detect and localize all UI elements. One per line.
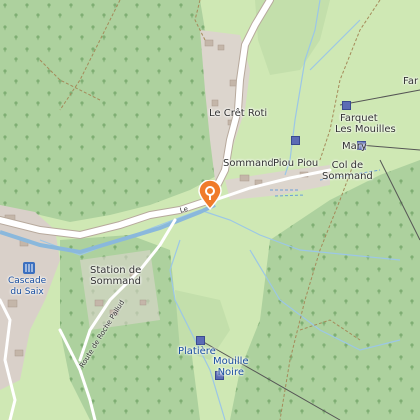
- lift-station-poi[interactable]: [291, 136, 300, 145]
- map-view[interactable]: Le Crêt Roti Sommand Piou Piou Farquet L…: [0, 0, 420, 420]
- place-label-piou-piou: Piou Piou: [273, 158, 319, 169]
- place-label-mary: Mary: [342, 141, 367, 152]
- place-label-col-de-sommand: Col de Sommand: [322, 160, 373, 182]
- place-label-les-mouilles: Les Mouilles: [335, 124, 396, 135]
- waterfall-icon: [23, 262, 35, 274]
- poi-label-cascade-du-saix: Cascade du Saix: [8, 276, 47, 297]
- place-label-le-cret-roti: Le Crêt Roti: [209, 108, 268, 119]
- place-label-far: Far: [403, 76, 419, 87]
- map-pin-icon[interactable]: [197, 180, 223, 210]
- lift-station-poi[interactable]: [196, 336, 205, 345]
- poi-label-platiere: Platière: [178, 346, 216, 357]
- map-base: [0, 0, 420, 420]
- lift-station-poi[interactable]: [342, 101, 351, 110]
- place-label-sommand: Sommand: [223, 158, 274, 169]
- poi-label-mouille-noire: Mouille Noire: [213, 356, 249, 378]
- place-label-station-de-sommand: Station de Sommand: [90, 265, 142, 287]
- place-label-farquet: Farquet: [340, 113, 378, 124]
